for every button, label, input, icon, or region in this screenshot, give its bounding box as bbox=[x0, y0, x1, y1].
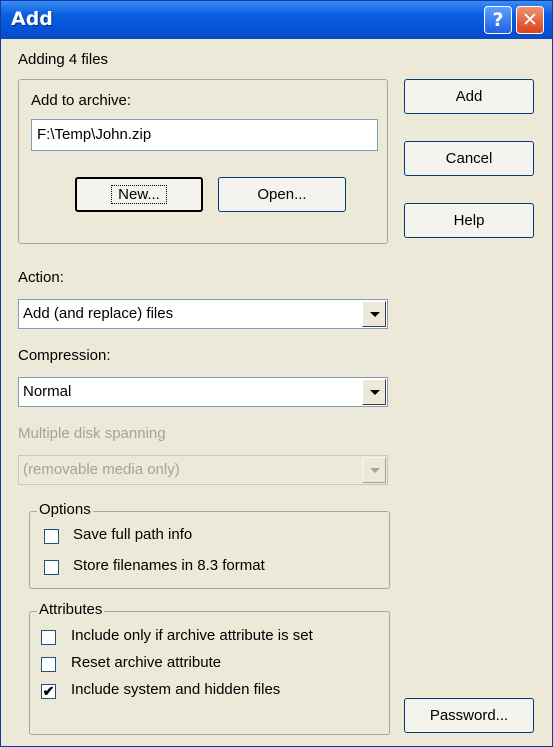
spanning-label: Multiple disk spanning bbox=[18, 425, 166, 442]
help-button[interactable]: Help bbox=[404, 203, 534, 238]
spanning-select: (removable media only) bbox=[18, 455, 388, 485]
archive-label: Add to archive: bbox=[31, 92, 132, 109]
help-icon[interactable]: ? bbox=[484, 6, 512, 34]
close-icon[interactable]: ✕ bbox=[516, 6, 544, 34]
attributes-label: Attributes bbox=[37, 601, 105, 618]
add-dialog: Add ? ✕ Adding 4 files Add to archive: F… bbox=[0, 0, 553, 747]
system-hidden-label[interactable]: Include system and hidden files bbox=[71, 681, 280, 698]
add-button[interactable]: Add bbox=[404, 79, 534, 114]
options-label: Options bbox=[37, 501, 93, 518]
new-button[interactable]: New... bbox=[75, 177, 203, 212]
store-83-checkbox[interactable] bbox=[44, 560, 59, 575]
reset-attr-checkbox[interactable] bbox=[41, 657, 56, 672]
compression-select[interactable]: Normal bbox=[18, 377, 388, 407]
options-group bbox=[29, 511, 390, 589]
compression-label: Compression: bbox=[18, 347, 111, 364]
chevron-down-icon[interactable] bbox=[362, 301, 386, 327]
checkmark-icon: ✔ bbox=[42, 683, 55, 699]
archive-path-field[interactable]: F:\Temp\John.zip bbox=[31, 119, 378, 151]
password-button[interactable]: Password... bbox=[404, 698, 534, 733]
action-select[interactable]: Add (and replace) files bbox=[18, 299, 388, 329]
chevron-down-icon[interactable] bbox=[362, 379, 386, 405]
spanning-value: (removable media only) bbox=[23, 461, 180, 478]
window-title: Add bbox=[11, 8, 53, 30]
compression-value: Normal bbox=[23, 383, 72, 400]
store-83-label[interactable]: Store filenames in 8.3 format bbox=[73, 557, 265, 574]
system-hidden-checkbox[interactable]: ✔ bbox=[41, 684, 56, 699]
status-text: Adding 4 files bbox=[18, 51, 109, 68]
cancel-button[interactable]: Cancel bbox=[404, 141, 534, 176]
chevron-down-icon bbox=[362, 457, 386, 483]
archive-attr-label[interactable]: Include only if archive attribute is set bbox=[71, 627, 313, 644]
save-path-checkbox[interactable] bbox=[44, 529, 59, 544]
title-bar[interactable]: Add ? ✕ bbox=[1, 1, 552, 39]
action-label: Action: bbox=[18, 269, 64, 286]
save-path-label[interactable]: Save full path info bbox=[73, 526, 192, 543]
archive-attr-checkbox[interactable] bbox=[41, 630, 56, 645]
action-value: Add (and replace) files bbox=[23, 305, 174, 322]
reset-attr-label[interactable]: Reset archive attribute bbox=[71, 654, 221, 671]
open-button[interactable]: Open... bbox=[218, 177, 346, 212]
